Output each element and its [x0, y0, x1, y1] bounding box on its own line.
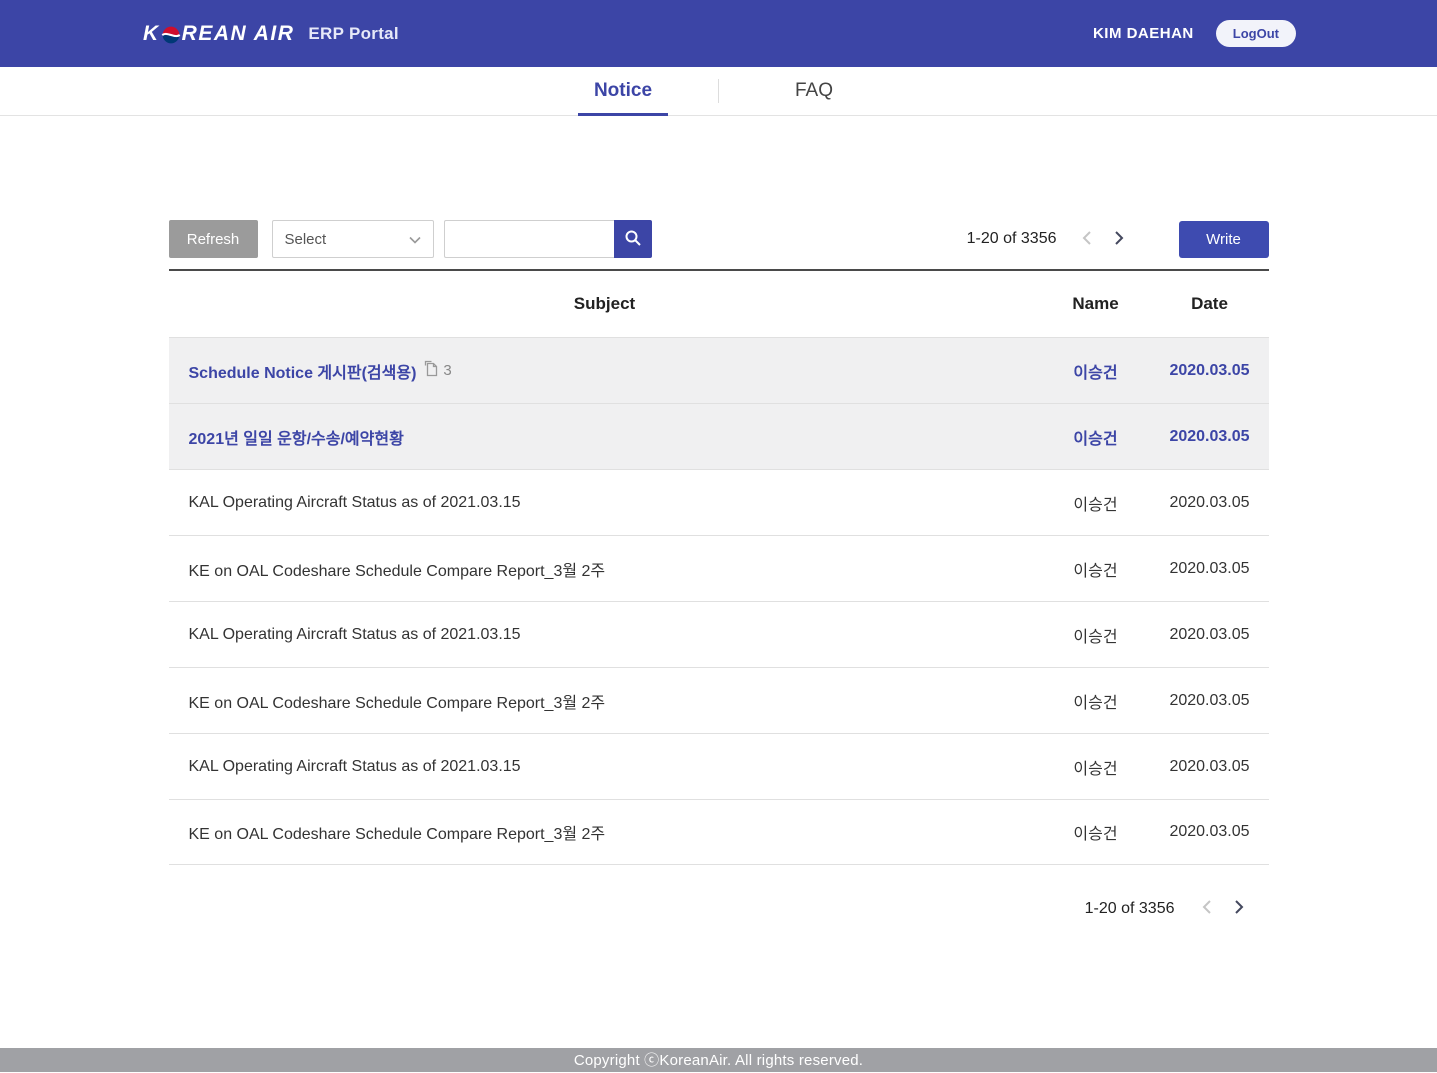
write-button[interactable]: Write — [1179, 221, 1269, 258]
notice-subject-link[interactable]: KAL Operating Aircraft Status as of 2021… — [189, 626, 521, 644]
table-row[interactable]: KE on OAL Codeshare Schedule Compare Rep… — [169, 535, 1269, 601]
prev-page-button[interactable] — [1077, 226, 1096, 253]
notice-subject-link[interactable]: KE on OAL Codeshare Schedule Compare Rep… — [189, 557, 606, 581]
author-name: 이승건 — [1041, 557, 1151, 581]
notice-date: 2020.03.05 — [1151, 494, 1269, 512]
author-name: 이승건 — [1041, 425, 1151, 449]
bottom-pager: 1-20 of 3356 — [169, 895, 1269, 922]
notice-date: 2020.03.05 — [1151, 758, 1269, 776]
search-button[interactable] — [614, 220, 652, 258]
attachment-indicator: 3 — [424, 360, 451, 381]
chevron-down-icon — [409, 231, 421, 248]
table-row[interactable]: KAL Operating Aircraft Status as of 2021… — [169, 601, 1269, 667]
search-icon — [624, 229, 642, 250]
header-right: KIM DAEHAN LogOut — [1093, 20, 1296, 47]
next-page-button[interactable] — [1110, 226, 1129, 253]
author-name: 이승건 — [1041, 359, 1151, 383]
refresh-button[interactable]: Refresh — [169, 220, 258, 258]
notice-date: 2020.03.05 — [1151, 428, 1269, 446]
korean-air-logo: K REAN AIR — [143, 22, 294, 46]
notice-date: 2020.03.05 — [1151, 692, 1269, 710]
app-header: K REAN AIR ERP Portal KIM DAEHAN LogOut — [0, 0, 1437, 67]
author-name: 이승건 — [1041, 689, 1151, 713]
tab-notice[interactable]: Notice — [528, 67, 718, 115]
prev-page-button[interactable] — [1197, 895, 1216, 922]
tab-bar: Notice FAQ — [0, 67, 1437, 116]
notice-date: 2020.03.05 — [1151, 362, 1269, 380]
brand-text-right: REAN AIR — [182, 22, 295, 46]
notice-date: 2020.03.05 — [1151, 626, 1269, 644]
user-name: KIM DAEHAN — [1093, 25, 1194, 42]
table-row[interactable]: 2021년 일일 운항/수송/예약현황 이승건 2020.03.05 — [169, 403, 1269, 469]
table-row[interactable]: KAL Operating Aircraft Status as of 2021… — [169, 733, 1269, 799]
table-row[interactable]: KAL Operating Aircraft Status as of 2021… — [169, 469, 1269, 535]
attachment-count: 3 — [443, 362, 451, 379]
notice-table: Subject Name Date Schedule Notice 게시판(검색… — [169, 269, 1269, 865]
taegeuk-icon — [161, 25, 181, 45]
notice-date: 2020.03.05 — [1151, 560, 1269, 578]
pagination-range: 1-20 of 3356 — [1085, 900, 1175, 918]
notice-subject-link[interactable]: KE on OAL Codeshare Schedule Compare Rep… — [189, 689, 606, 713]
author-name: 이승건 — [1041, 820, 1151, 844]
search-category-select[interactable]: Select — [272, 220, 434, 258]
chevron-left-icon — [1201, 899, 1212, 918]
search-input[interactable] — [444, 220, 614, 258]
table-row[interactable]: KE on OAL Codeshare Schedule Compare Rep… — [169, 799, 1269, 865]
next-page-button[interactable] — [1230, 895, 1249, 922]
search-group — [444, 220, 652, 258]
attachment-icon — [424, 360, 439, 381]
notice-board: Refresh Select 1-20 of 3356 — [169, 220, 1269, 922]
author-name: 이승건 — [1041, 755, 1151, 779]
brand-text-left: K — [143, 22, 160, 46]
notice-subject-link[interactable]: KE on OAL Codeshare Schedule Compare Rep… — [189, 820, 606, 844]
notice-subject-link[interactable]: KAL Operating Aircraft Status as of 2021… — [189, 758, 521, 776]
toolbar: Refresh Select 1-20 of 3356 — [169, 220, 1269, 258]
brand-wrap: K REAN AIR ERP Portal — [143, 22, 399, 46]
pagination-range: 1-20 of 3356 — [967, 230, 1057, 248]
table-header-row: Subject Name Date — [169, 271, 1269, 337]
table-row[interactable]: KE on OAL Codeshare Schedule Compare Rep… — [169, 667, 1269, 733]
copyright-footer: Copyright ⓒKoreanAir. All rights reserve… — [0, 1048, 1437, 1072]
tab-faq[interactable]: FAQ — [719, 67, 909, 115]
chevron-right-icon — [1234, 899, 1245, 918]
notice-subject-link[interactable]: 2021년 일일 운항/수송/예약현황 — [189, 425, 404, 449]
author-name: 이승건 — [1041, 491, 1151, 515]
notice-subject-link[interactable]: Schedule Notice 게시판(검색용) — [189, 359, 417, 383]
column-header-date: Date — [1151, 294, 1269, 314]
chevron-left-icon — [1081, 230, 1092, 249]
author-name: 이승건 — [1041, 623, 1151, 647]
app-title: ERP Portal — [308, 24, 399, 44]
column-header-subject: Subject — [169, 294, 1041, 314]
column-header-name: Name — [1041, 294, 1151, 314]
select-value: Select — [285, 231, 327, 248]
logout-button[interactable]: LogOut — [1216, 20, 1296, 47]
notice-date: 2020.03.05 — [1151, 823, 1269, 841]
top-pager: 1-20 of 3356 Write — [967, 221, 1269, 258]
notice-subject-link[interactable]: KAL Operating Aircraft Status as of 2021… — [189, 494, 521, 512]
table-row[interactable]: Schedule Notice 게시판(검색용) 3 이승건 2020.03.0… — [169, 337, 1269, 403]
chevron-right-icon — [1114, 230, 1125, 249]
